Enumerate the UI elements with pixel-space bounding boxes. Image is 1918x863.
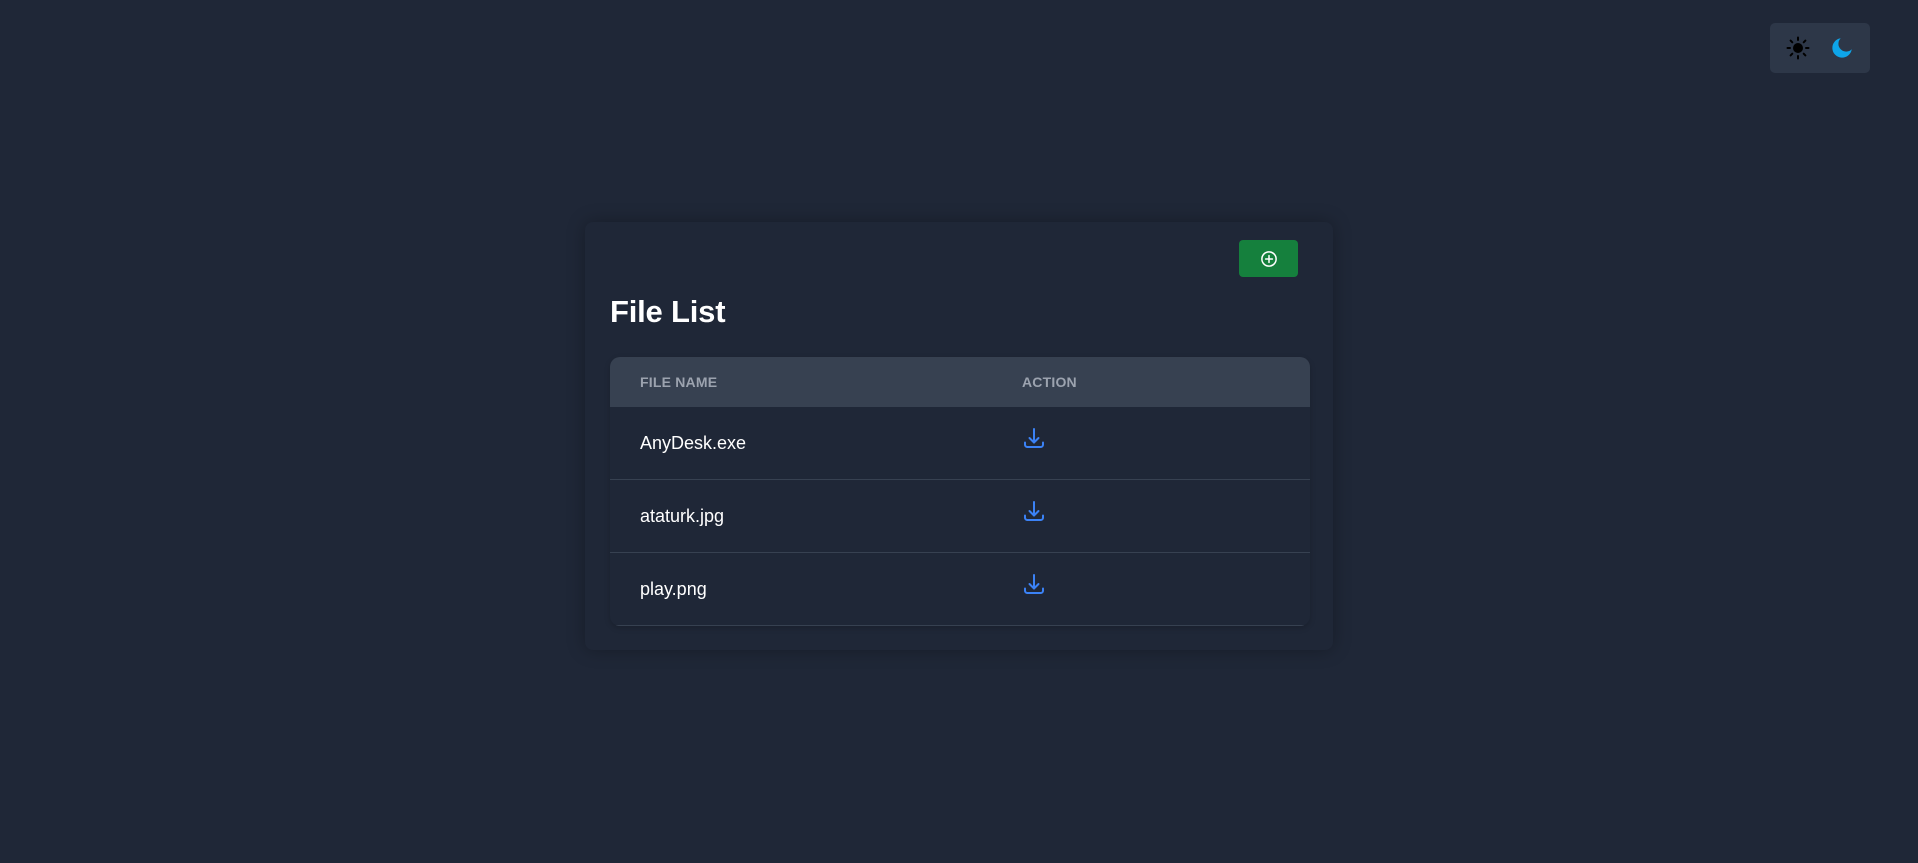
table-row: AnyDesk.exe: [610, 407, 1310, 480]
sun-icon: [1786, 36, 1810, 60]
download-button[interactable]: [1022, 572, 1046, 596]
file-name-cell: ataturk.jpg: [640, 505, 725, 526]
add-file-button[interactable]: [1239, 240, 1298, 277]
download-icon: [1024, 500, 1044, 521]
file-name-cell: play.png: [640, 578, 707, 599]
file-table: FILE NAME ACTION AnyDesk.exe ataturk.jpg: [610, 357, 1310, 626]
theme-toggle: [1770, 23, 1870, 73]
table-row: play.png: [610, 553, 1310, 626]
file-list-card: File List FILE NAME ACTION AnyDesk.exe a…: [585, 222, 1333, 650]
download-icon: [1024, 427, 1044, 448]
plus-circle-icon: [1260, 250, 1277, 267]
page-title: File List: [610, 294, 726, 329]
moon-icon: [1832, 38, 1852, 58]
download-icon: [1024, 573, 1044, 594]
table-header: FILE NAME ACTION: [610, 357, 1310, 407]
table-row: ataturk.jpg: [610, 480, 1310, 553]
column-header-action: ACTION: [1022, 374, 1077, 390]
download-button[interactable]: [1022, 499, 1046, 523]
file-name-cell: AnyDesk.exe: [640, 432, 747, 453]
dark-mode-button[interactable]: [1824, 30, 1860, 66]
column-header-file-name: FILE NAME: [640, 374, 718, 390]
download-button[interactable]: [1022, 426, 1046, 450]
light-mode-button[interactable]: [1780, 30, 1816, 66]
